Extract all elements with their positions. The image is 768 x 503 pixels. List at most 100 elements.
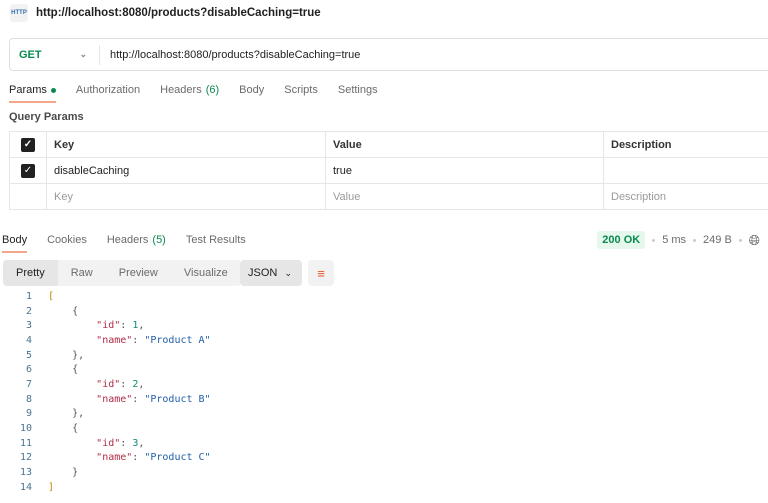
code-line: 9 }, [0,407,211,422]
line-number: 14 [19,481,32,493]
code-line: 14] [0,480,211,495]
code-token: }, [48,408,85,420]
line-number: 1 [25,290,32,302]
response-tabs: Body Cookies Headers (5) Test Results [2,227,266,253]
code-text: "name": "Product A" [48,334,211,346]
http-icon: HTTP [10,4,28,22]
code-token: , [138,378,145,390]
line-number: 12 [19,452,32,464]
format-select[interactable]: JSON ⌄ [240,260,302,286]
table-header: ✓ Key Value Description [9,131,768,158]
code-token: : [120,378,133,390]
check-icon: ✓ [21,163,35,178]
line-number: 13 [19,467,32,479]
header-key: Key [46,131,326,158]
tab-label: Cookies [47,234,87,246]
tab-count: (6) [205,84,220,96]
request-tabs: Params Authorization Headers (6) Body Scripts… [9,77,398,103]
tab-scripts[interactable]: Scripts [284,77,318,103]
response-tab-headers[interactable]: Headers (5) [107,227,166,253]
tab-settings[interactable]: Settings [338,77,378,103]
request-title-text: http://localhost:8080/products?disableCa… [36,7,321,19]
param-value[interactable]: true [325,157,604,184]
code-line: 13 } [0,465,211,480]
response-time[interactable]: 5 ms [662,234,686,246]
code-token: "Product A" [144,334,211,346]
query-params-heading: Query Params [9,111,84,123]
code-token: : [132,452,145,464]
tab-authorization[interactable]: Authorization [76,77,140,103]
url-bar: GET ⌄ http://localhost:8080/products?dis… [9,38,768,71]
tab-params[interactable]: Params [9,77,56,103]
code-text: "id": 1, [48,320,144,331]
table-row-new: Key Value Description [9,183,768,210]
tab-label: Headers [160,84,202,96]
wrap-lines-icon[interactable]: ≡ [308,260,334,286]
code-token: }, [48,349,85,361]
line-number: 11 [19,437,32,449]
view-raw-button[interactable]: Raw [58,260,106,286]
code-line: 6 { [0,362,211,377]
code-token: "id" [96,320,121,332]
request-title: HTTP http://localhost:8080/products?disa… [10,4,321,22]
code-line: 8 "name": "Product B" [0,392,211,407]
tab-label: Authorization [75,84,141,96]
header-value: Value [325,131,604,158]
response-tab-test-results[interactable]: Test Results [186,227,246,253]
code-text: "name": "Product C" [48,452,210,464]
chevron-down-icon: ⌄ [284,267,292,278]
new-value-input[interactable]: Value [325,183,604,210]
code-line: 7 "id": 2, [0,377,211,392]
response-size[interactable]: 249 B [703,234,732,246]
code-text: "name": "Product B" [48,393,210,405]
code-line: 4 "name": "Product A" [0,333,211,348]
view-pretty-button[interactable]: Pretty [3,260,58,286]
code-text: } [48,467,78,478]
code-token: { [48,364,79,376]
code-token: , [138,437,145,449]
param-key[interactable]: disableCaching [46,157,326,184]
new-key-input[interactable]: Key [46,183,326,210]
param-description[interactable] [603,157,768,184]
response-body: 1[2 {3 "id": 1, 4 "name": "Product A" 5 },… [0,289,211,495]
line-number: 4 [25,334,32,346]
tab-label: Body [2,234,28,246]
globe-icon[interactable]: 🌐︎ [749,232,760,249]
line-number: 6 [25,364,32,376]
method-select[interactable]: GET ⌄ [10,44,100,65]
code-token: [ [48,290,55,302]
response-tab-body[interactable]: Body [2,227,28,253]
code-line: 1[ [0,289,211,304]
select-all-checkbox[interactable]: ✓ [9,131,47,158]
tab-headers[interactable]: Headers (6) [160,77,219,103]
view-visualize-button[interactable]: Visualize [171,260,241,286]
code-text: }, [48,408,84,419]
status-badge[interactable]: 200 OK [597,231,646,249]
code-text: ] [48,482,54,493]
code-token: : [132,334,145,346]
code-line: 2 { [0,304,211,319]
new-description-input[interactable]: Description [603,183,768,210]
active-dot-icon [50,87,56,93]
tab-body[interactable]: Body [239,77,264,103]
view-preview-button[interactable]: Preview [106,260,171,286]
tab-label: Settings [337,84,378,96]
code-token: "name" [96,452,133,464]
code-token: "name" [96,334,133,346]
row-checkbox[interactable]: ✓ [9,157,47,184]
chevron-down-icon: ⌄ [79,49,87,59]
url-input[interactable]: http://localhost:8080/products?disableCa… [100,49,360,61]
tab-label: Headers [106,234,149,246]
code-token: : [132,393,145,405]
response-tab-cookies[interactable]: Cookies [47,227,87,253]
code-line: 10 { [0,421,211,436]
tab-label: Test Results [185,234,246,246]
code-text: [ [48,291,54,302]
view-mode-bar: Pretty Raw Preview Visualize [3,260,241,286]
code-line: 12 "name": "Product C" [0,451,211,466]
code-token: : [120,437,133,449]
